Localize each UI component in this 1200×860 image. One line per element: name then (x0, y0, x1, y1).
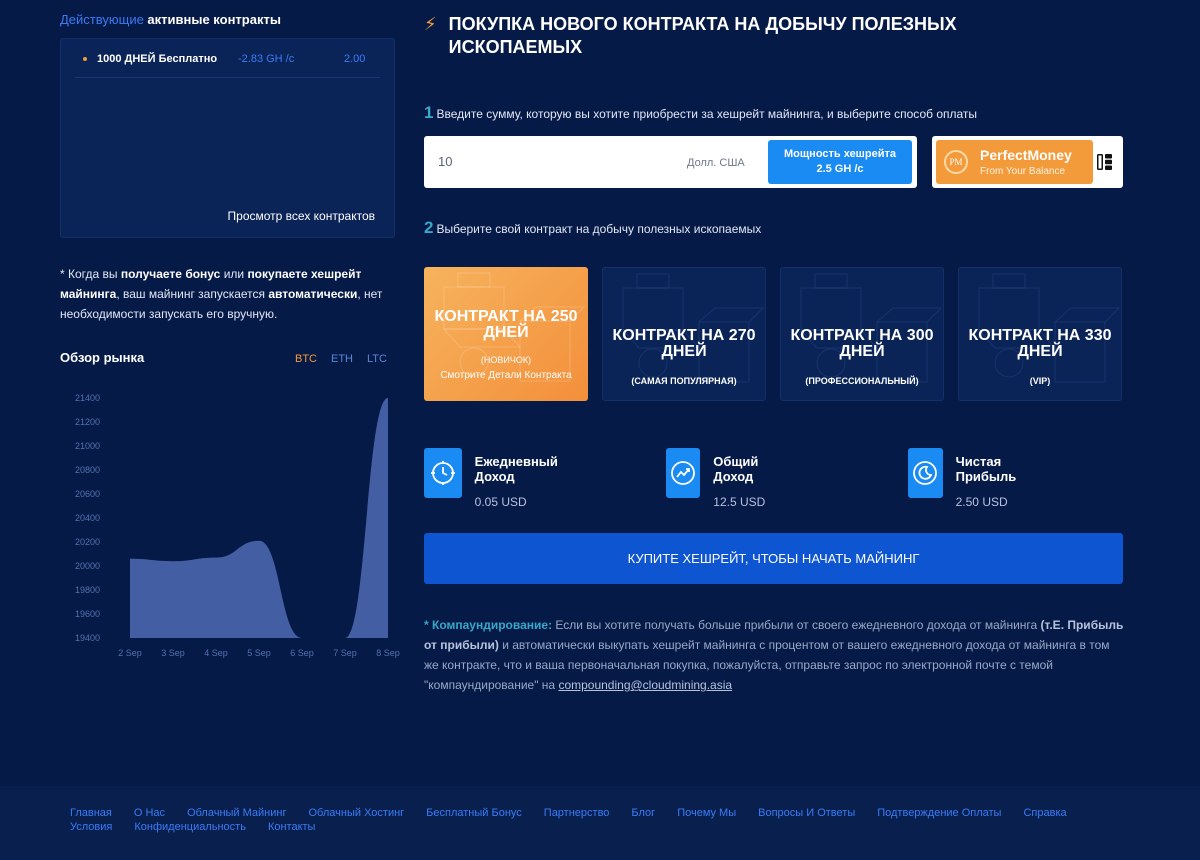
trend-up-icon (666, 448, 701, 498)
amount-input[interactable] (438, 154, 638, 169)
footer-link[interactable]: Главная (70, 806, 112, 820)
stat-label: Ежедневный Доход (474, 454, 558, 484)
y-tick-label: 19600 (75, 609, 100, 619)
tab-btc[interactable]: BTC (295, 353, 317, 365)
footer-link[interactable]: Облачный Майнинг (187, 806, 286, 820)
card-title: КОНТРАКТ НА 330 ДНЕЙ (968, 327, 1112, 360)
step-2-instruction: 2 Выберите свой контракт на добычу полезн… (424, 218, 762, 237)
lightning-icon: ⚡ (424, 14, 437, 34)
market-tabs: BTC ETH LTC (295, 353, 387, 365)
btc-price-area (130, 398, 388, 638)
stat-daily-income: Ежедневный Доход 0.05 USD (424, 448, 570, 509)
active-title-prefix: Действующие (60, 12, 144, 27)
market-chart: 21400 21200 21000 20800 20600 20400 20200 20000… (75, 393, 400, 658)
footer-link[interactable]: Подтверждение Оплаты (877, 806, 1001, 820)
active-title-rest: активные контракты (143, 12, 281, 27)
stat-label: Чистая Прибыль (955, 454, 1017, 484)
currency-label: Долл. США (687, 157, 745, 169)
card-title: КОНТРАКТ НА 300 ДНЕЙ (790, 327, 934, 360)
footer-link[interactable]: Контакты (268, 820, 316, 834)
contract-name: 1000 ДНЕЙ Бесплатно (97, 53, 218, 65)
footer-links: Главная О Нас Облачный Майнинг Облачный Хос… (70, 806, 1130, 834)
page-title: ⚡ ПОКУПКА НОВОГО КОНТРАКТА НА ДОБЫЧУ ПОЛ… (424, 13, 1044, 59)
card-sub: (VIP) (1029, 376, 1051, 386)
perfectmoney-logo-icon: PM (944, 150, 968, 174)
contract-card-250[interactable]: КОНТРАКТ НА 250 ДНЕЙ (НОВИЧОК) Смотрите … (424, 267, 588, 401)
y-tick-label: 19400 (75, 633, 100, 643)
y-tick-label: 20400 (75, 513, 100, 523)
stat-value: 12.5 USD (713, 495, 766, 509)
buy-hashrate-button[interactable]: КУПИТЕ ХЕШРЕЙТ, ЧТОБЫ НАЧАТЬ МАЙНИНГ (424, 533, 1123, 584)
payment-method-panel: PM PerfectMoney From Your Balance (932, 136, 1123, 188)
contract-speed: -2.83 GH /с (238, 53, 295, 65)
auto-start-note: * Когда вы получаете бонус или покупаете… (60, 267, 383, 321)
contract-card-270[interactable]: КОНТРАКТ НА 270 ДНЕЙ (САМАЯ ПОПУЛЯРНАЯ) (602, 267, 766, 401)
card-title: КОНТРАКТ НА 270 ДНЕЙ (612, 327, 756, 360)
amount-panel: Долл. США Мощность хешрейта 2.5 GH /с (424, 136, 917, 188)
contract-card-300[interactable]: КОНТРАКТ НА 300 ДНЕЙ (ПРОФЕССИОНАЛЬНЫЙ) (780, 267, 944, 401)
divider (75, 77, 380, 78)
footer-link[interactable]: Почему Мы (677, 806, 736, 820)
y-tick-label: 21000 (75, 441, 100, 451)
footer: Главная О Нас Облачный Майнинг Облачный Хос… (0, 786, 1200, 860)
view-all-contracts-link[interactable]: Просмотр всех контрактов (228, 209, 375, 223)
hashrate-display-button[interactable]: Мощность хешрейта 2.5 GH /с (768, 140, 912, 184)
x-tick-label: 7 Sep (333, 648, 357, 658)
footer-link[interactable]: Облачный Хостинг (309, 806, 405, 820)
y-tick-label: 20000 (75, 561, 100, 571)
compounding-note: * Компаундирование: Если вы хотите получ… (424, 618, 1124, 692)
footer-link[interactable]: О Нас (134, 806, 165, 820)
y-tick-label: 21400 (75, 393, 100, 403)
footer-link[interactable]: Справка (1023, 806, 1066, 820)
y-tick-label: 20600 (75, 489, 100, 499)
x-tick-label: 2 Sep (118, 648, 142, 658)
active-contracts-panel: 1000 ДНЕЙ Бесплатно -2.83 GH /с 2.00 Про… (60, 38, 395, 238)
footer-link[interactable]: Условия (70, 820, 112, 834)
footer-link[interactable]: Бесплатный Бонус (426, 806, 522, 820)
footer-link[interactable]: Конфиденциальность (134, 820, 246, 834)
step-1-instruction: 1 Введите сумму, которую вы хотите приобр… (424, 103, 978, 122)
x-tick-label: 8 Sep (376, 648, 400, 658)
target-clock-icon (424, 448, 462, 498)
page-title-text: ПОКУПКА НОВОГО КОНТРАКТА НА ДОБЫЧУ ПОЛЕЗ… (448, 14, 957, 57)
footer-link[interactable]: Партнерство (544, 806, 610, 820)
y-tick-label: 20800 (75, 465, 100, 475)
hashrate-label: Мощность хешрейта (784, 148, 896, 160)
tab-ltc[interactable]: LTC (367, 353, 387, 365)
stat-label: Общий Доход (713, 454, 759, 484)
card-sub: (НОВИЧОК) (480, 355, 532, 365)
contract-row[interactable]: 1000 ДНЕЙ Бесплатно -2.83 GH /с 2.00 (83, 53, 365, 65)
stat-value: 2.50 USD (955, 495, 1008, 509)
y-tick-label: 20200 (75, 537, 100, 547)
card-sub: (САМАЯ ПОПУЛЯРНАЯ) (631, 376, 737, 386)
payment-sub: From Your Balance (980, 166, 1066, 177)
status-dot (83, 57, 87, 61)
contract-card-330[interactable]: КОНТРАКТ НА 330 ДНЕЙ (VIP) (958, 267, 1122, 401)
payment-name: PerfectMoney (980, 147, 1072, 163)
contract-value: 2.00 (344, 53, 366, 65)
card-sub: (ПРОФЕССИОНАЛЬНЫЙ) (805, 376, 919, 386)
x-tick-label: 5 Sep (247, 648, 271, 658)
x-tick-label: 6 Sep (290, 648, 314, 658)
stat-total-income: Общий Доход 12.5 USD (666, 448, 774, 509)
active-contracts-title: Действующие активные контракты (60, 12, 281, 27)
moon-clock-icon (908, 448, 943, 498)
footer-link[interactable]: Вопросы И Ответы (758, 806, 855, 820)
stat-value: 0.05 USD (474, 495, 527, 509)
card-details-link[interactable]: Смотрите Детали Контракта (424, 370, 588, 381)
y-tick-label: 19800 (75, 585, 100, 595)
footer-link[interactable]: Блог (631, 806, 655, 820)
perfectmoney-option[interactable]: PM PerfectMoney From Your Balance (936, 140, 1093, 184)
stat-net-profit: Чистая Прибыль 2.50 USD (908, 448, 1032, 509)
market-overview-title: Обзор рынка (60, 350, 145, 365)
hashrate-value: 2.5 GH /с (816, 163, 864, 175)
contract-cards: КОНТРАКТ НА 250 ДНЕЙ (НОВИЧОК) Смотрите … (424, 267, 1122, 401)
y-tick-label: 21200 (75, 417, 100, 427)
x-tick-label: 4 Sep (204, 648, 228, 658)
card-title: КОНТРАКТ НА 250 ДНЕЙ (434, 308, 578, 341)
compounding-email-link[interactable]: compounding@cloudmining.asia (558, 678, 732, 692)
tab-eth[interactable]: ETH (331, 353, 353, 365)
x-tick-label: 3 Sep (161, 648, 185, 658)
payment-methods-icon[interactable] (1096, 153, 1113, 171)
